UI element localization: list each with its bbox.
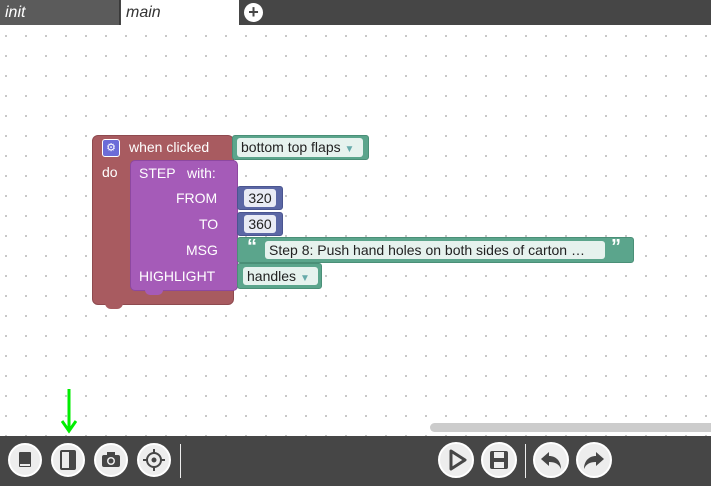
- undo-button[interactable]: [533, 442, 569, 478]
- to-label: TO: [199, 216, 219, 232]
- when-clicked-label: when clicked: [129, 139, 210, 155]
- do-label: do: [102, 164, 118, 180]
- step-with-label: with:: [187, 165, 216, 181]
- down-arrow-indicator-icon: [61, 389, 77, 434]
- toolbar-divider: [525, 444, 526, 478]
- highlight-label: HIGHLIGHT: [139, 268, 216, 284]
- crosshair-icon: [143, 449, 165, 471]
- redo-button[interactable]: [576, 442, 612, 478]
- recenter-button[interactable]: [137, 443, 171, 477]
- run-button[interactable]: [438, 442, 474, 478]
- step-title: STEP: [139, 165, 176, 181]
- event-dropdown[interactable]: bottom top flaps ▼: [237, 138, 363, 157]
- add-tab-icon[interactable]: +: [244, 3, 263, 22]
- highlight-value: handles: [247, 268, 297, 284]
- from-label: FROM: [176, 190, 218, 206]
- save-button[interactable]: [481, 442, 517, 478]
- book-icon: [19, 452, 31, 467]
- camera-icon: [102, 452, 120, 467]
- play-icon: [449, 449, 467, 471]
- block-workspace[interactable]: ⚙ when clicked do bottom top flaps ▼ STE…: [0, 25, 711, 436]
- tab-init[interactable]: init: [0, 0, 120, 25]
- bottom-toolbar: [0, 436, 711, 486]
- open-quote-icon: “: [247, 236, 257, 258]
- event-dropdown-value: bottom top flaps: [241, 139, 341, 155]
- save-icon: [490, 451, 508, 469]
- book-button[interactable]: [8, 443, 42, 477]
- undo-icon: [541, 452, 561, 469]
- from-value[interactable]: 320: [244, 189, 276, 207]
- to-value[interactable]: 360: [244, 215, 276, 233]
- split-panel-button[interactable]: [51, 443, 85, 477]
- split-panel-icon: [60, 450, 76, 470]
- tab-main[interactable]: main: [121, 0, 239, 25]
- horizontal-scrollbar[interactable]: [430, 423, 711, 432]
- step-block-notch: [145, 289, 163, 295]
- camera-button[interactable]: [94, 443, 128, 477]
- gear-icon[interactable]: ⚙: [102, 139, 120, 157]
- msg-value[interactable]: Step 8: Push hand holes on both sides of…: [265, 241, 605, 259]
- tab-bar: init main +: [0, 0, 711, 25]
- hat-block-notch: [105, 303, 123, 309]
- dropdown-arrow-icon: ▼: [299, 273, 310, 284]
- toolbar-divider: [180, 444, 181, 478]
- close-quote-icon: ”: [611, 236, 621, 258]
- dropdown-arrow-icon: ▼: [344, 144, 355, 155]
- highlight-dropdown[interactable]: handles ▼: [243, 267, 318, 285]
- msg-label: MSG: [186, 242, 218, 258]
- redo-icon: [584, 452, 604, 469]
